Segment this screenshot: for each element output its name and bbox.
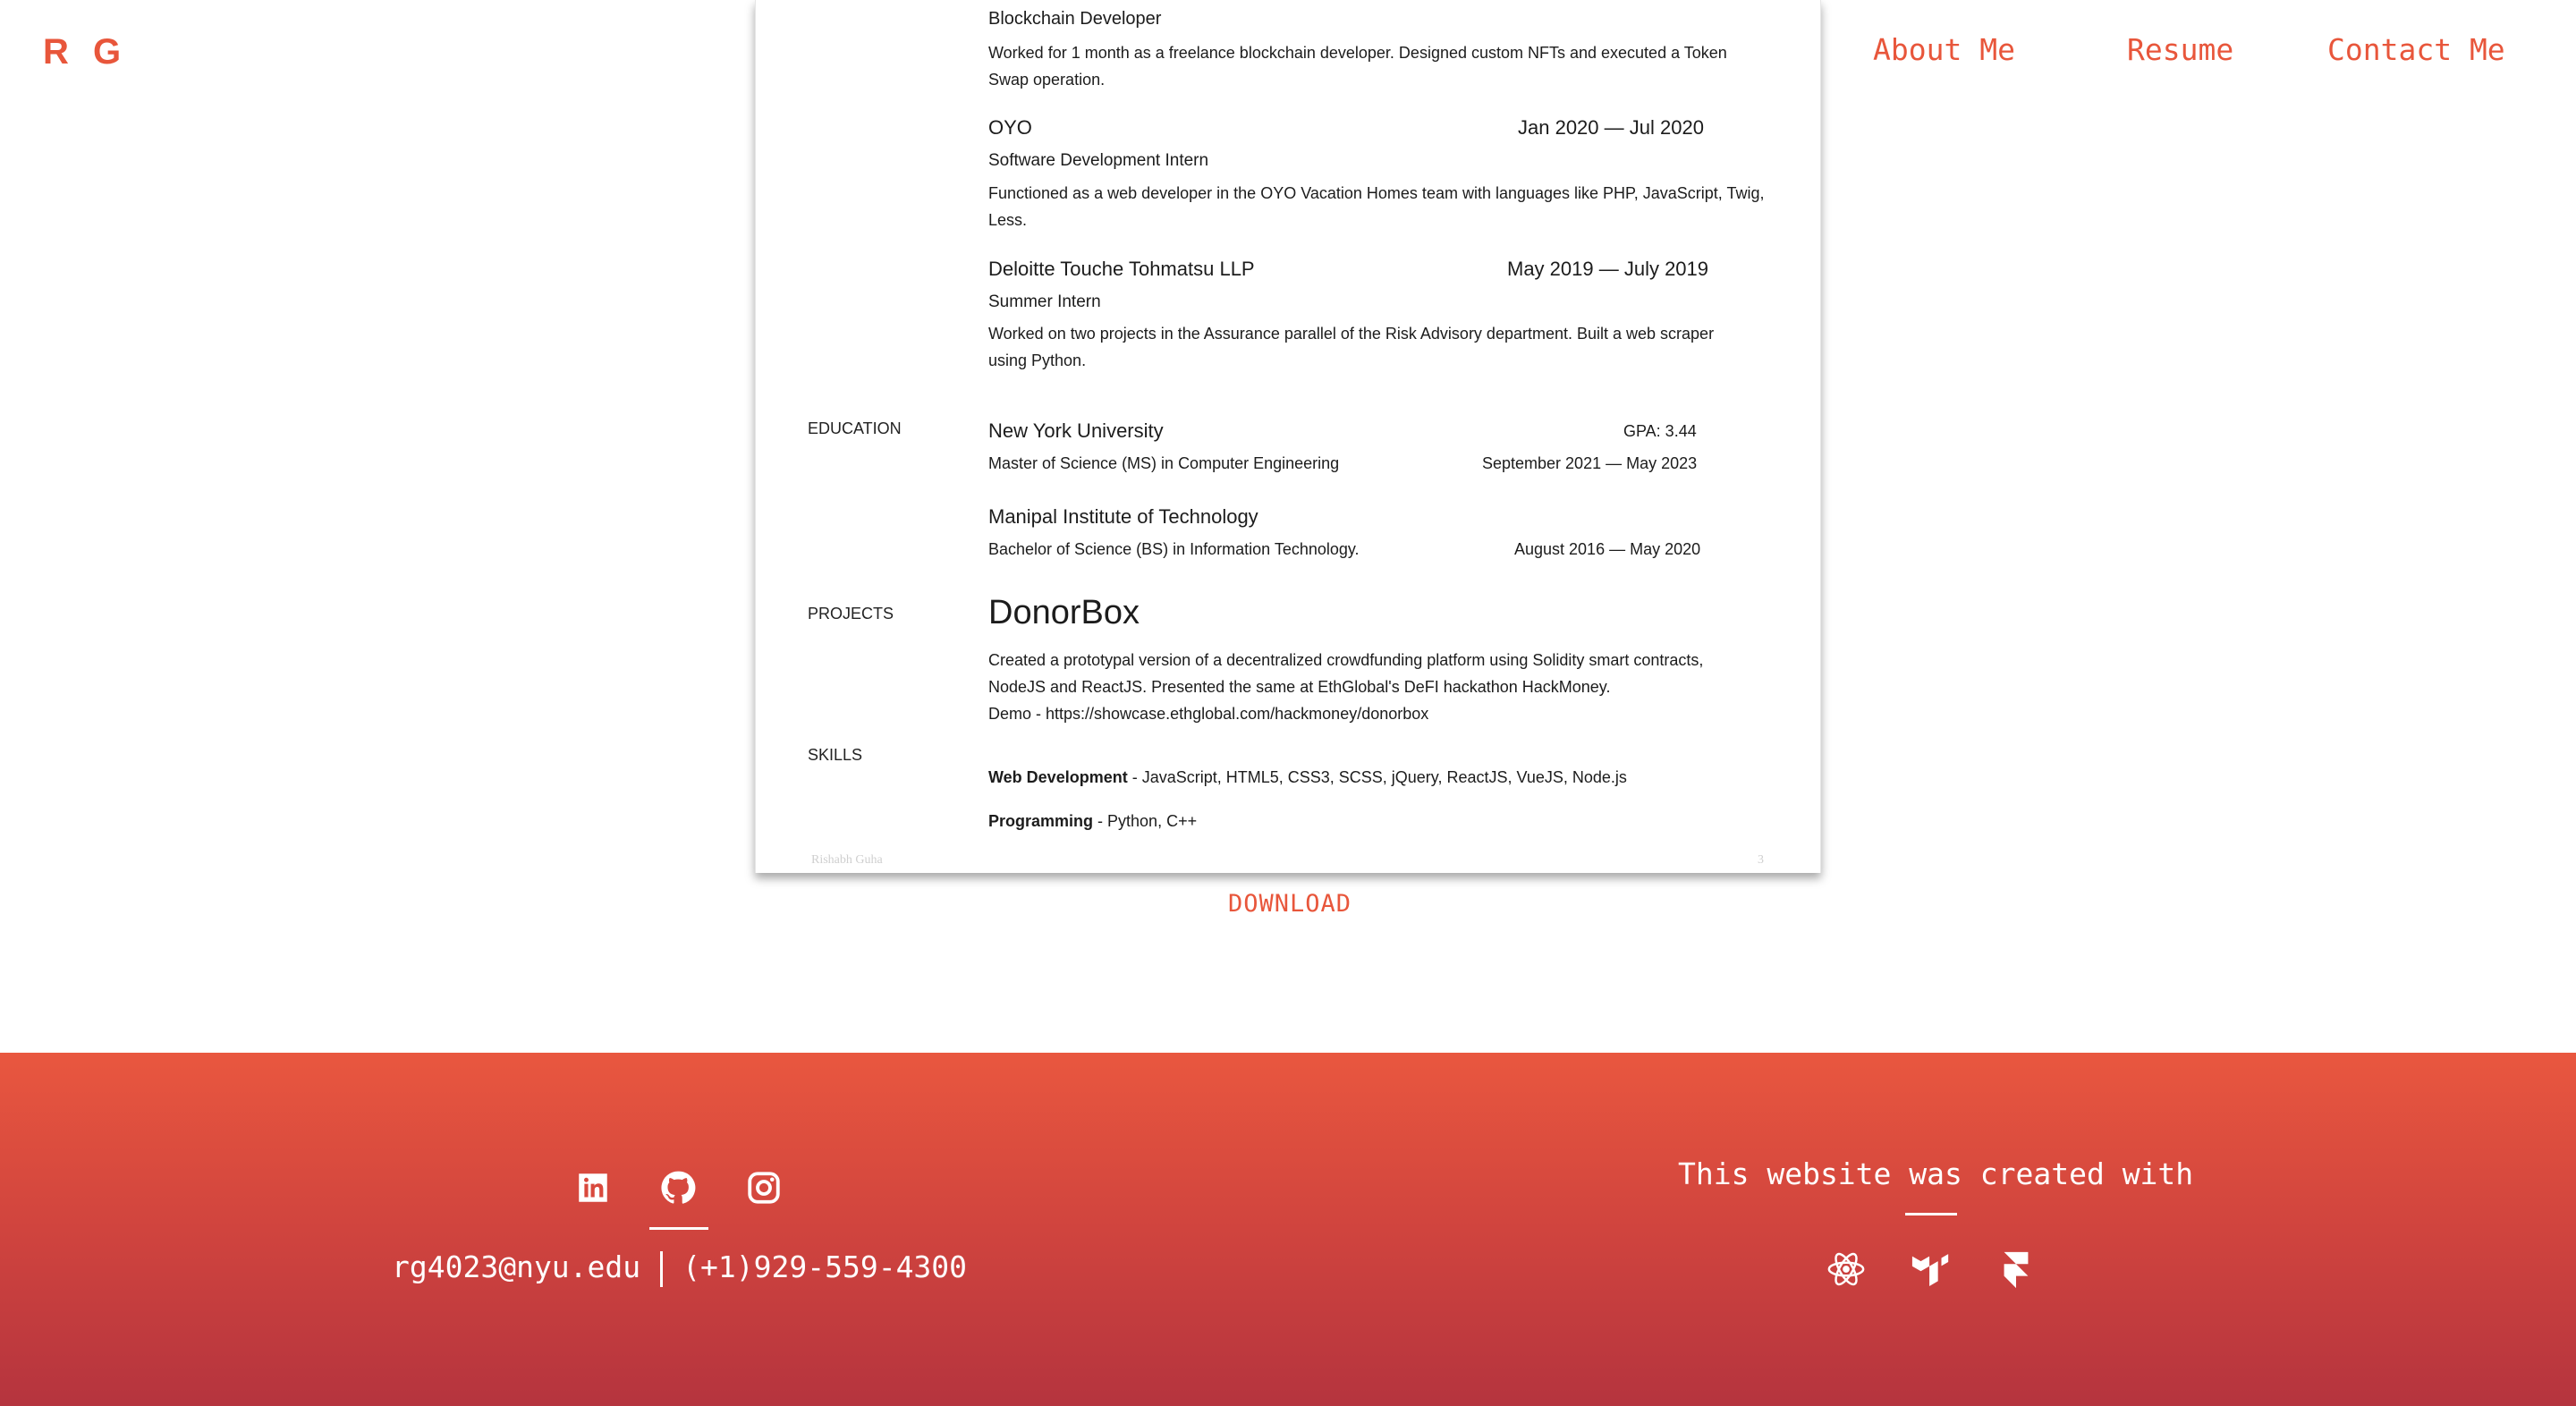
exp-oyo-title: Software Development Intern [988, 151, 1209, 170]
created-with-underline [1905, 1213, 1957, 1215]
page-number: 3 [1758, 853, 1764, 867]
edu-manipal-school: Manipal Institute of Technology [988, 505, 1258, 528]
skills-web-value: - JavaScript, HTML5, CSS3, SCSS, jQuery,… [1127, 768, 1627, 786]
exp-oyo-company: OYO [988, 116, 1032, 139]
download-button[interactable]: DOWNLOAD [1228, 890, 1352, 918]
contact-email[interactable]: rg4023@nyu.edu [392, 1249, 640, 1284]
section-projects-label: PROJECTS [808, 605, 894, 623]
nav-resume[interactable]: Resume [2127, 32, 2233, 67]
edu-nyu-degree: Master of Science (MS) in Computer Engin… [988, 454, 1340, 472]
exp-deloitte-dates: May 2019 — July 2019 [1507, 258, 1709, 280]
project-desc-line1: Created a prototypal version of a decent… [988, 651, 1704, 669]
resume-preview: Blockchain Developer Worked for 1 month … [755, 0, 1821, 873]
logo[interactable]: R G [43, 32, 128, 72]
instagram-icon[interactable] [745, 1169, 783, 1207]
github-icon[interactable] [659, 1169, 697, 1207]
site-footer: rg4023@nyu.edu (+1)929-559-4300 This webs… [0, 1053, 2576, 1406]
edu-nyu-dates: September 2021 — May 2023 [1482, 454, 1698, 472]
exp-deloitte-title: Summer Intern [988, 292, 1101, 311]
edu-manipal-degree: Bachelor of Science (BS) in Information … [988, 540, 1360, 558]
exp-blockchain-desc: Worked for 1 month as a freelance blockc… [988, 44, 1727, 89]
skills-programming-value: - Python, C++ [1093, 812, 1198, 830]
page-footer-name: Rishabh Guha [811, 853, 883, 867]
active-social-underline [649, 1227, 708, 1230]
react-icon [1826, 1249, 1867, 1290]
section-skills-label: SKILLS [808, 746, 863, 764]
created-with-label: This website was created with [1678, 1156, 2194, 1191]
contact-info: rg4023@nyu.edu (+1)929-559-4300 [392, 1249, 967, 1287]
project-desc-line2: NodeJS and ReactJS. Presented the same a… [988, 678, 1611, 696]
skills-web: Web Development - JavaScript, HTML5, CSS… [988, 768, 1627, 787]
edu-nyu-gpa: GPA: 3.44 [1623, 422, 1697, 440]
nav-about-me[interactable]: About Me [1873, 32, 2015, 67]
nav-contact-me[interactable]: Contact Me [2327, 32, 2505, 67]
section-education-label: EDUCATION [808, 419, 902, 437]
skills-web-label: Web Development [988, 768, 1128, 786]
contact-separator [660, 1250, 664, 1287]
linkedin-icon[interactable] [574, 1169, 612, 1207]
skills-programming: Programming - Python, C++ [988, 812, 1197, 831]
exp-blockchain-title: Blockchain Developer [988, 9, 1162, 29]
edu-manipal-dates: August 2016 — May 2020 [1514, 540, 1701, 558]
exp-oyo-desc: Functioned as a web developer in the OYO… [988, 184, 1765, 229]
project-title: DonorBox [988, 594, 1140, 631]
edu-nyu-school: New York University [988, 419, 1164, 442]
contact-phone[interactable]: (+1)929-559-4300 [682, 1249, 967, 1284]
exp-oyo-dates: Jan 2020 — Jul 2020 [1518, 116, 1704, 139]
exp-deloitte-company: Deloitte Touche Tohmatsu LLP [988, 258, 1255, 280]
exp-deloitte-desc: Worked on two projects in the Assurance … [988, 325, 1715, 369]
skills-programming-label: Programming [988, 812, 1094, 830]
project-demo-link: Demo - https://showcase.ethglobal.com/ha… [988, 705, 1429, 723]
framer-icon [1996, 1249, 2037, 1290]
mui-icon [1911, 1249, 1952, 1290]
